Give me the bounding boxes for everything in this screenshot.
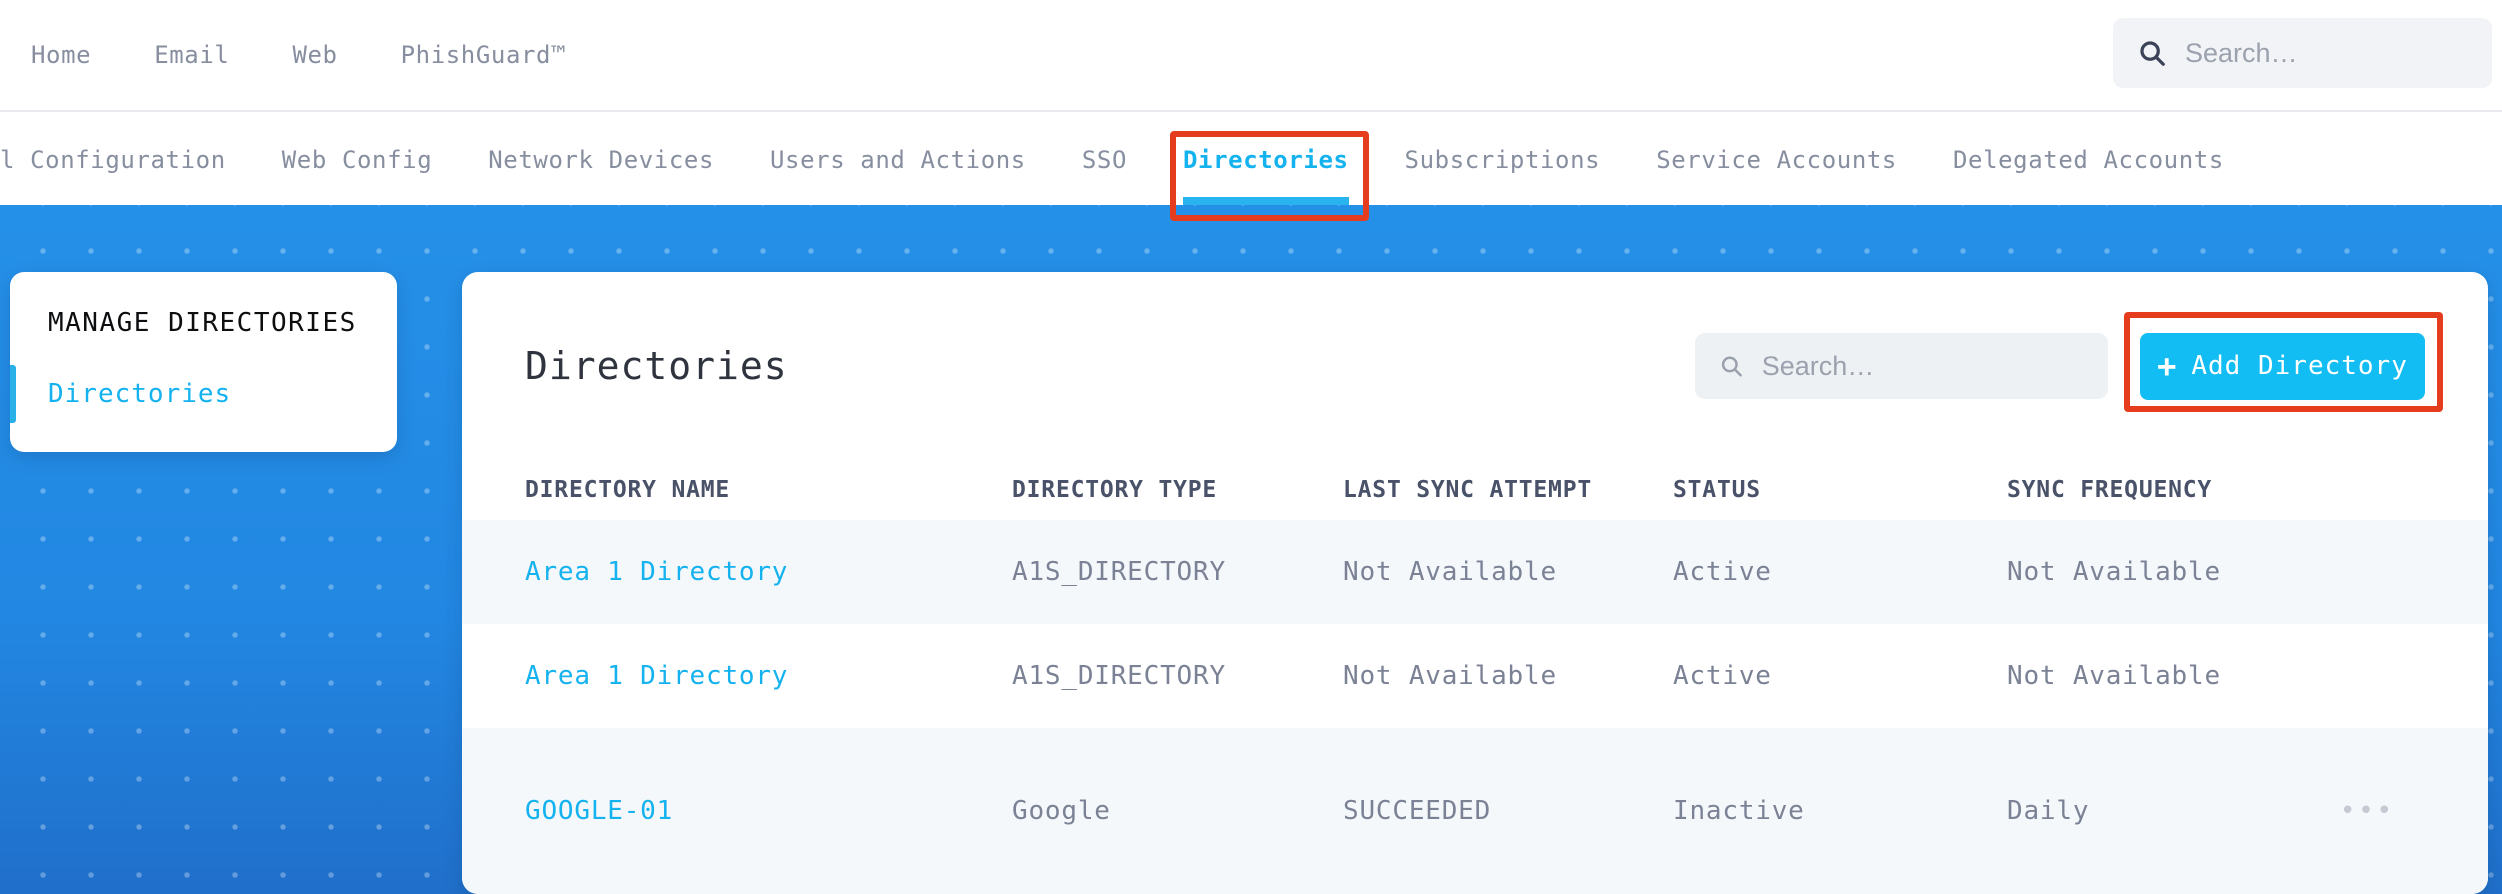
side-panel-title: MANAGE DIRECTORIES [48, 308, 357, 338]
tab-network-devices[interactable]: Network Devices [488, 114, 714, 205]
tab-email-configuration[interactable]: l Configuration [0, 114, 226, 205]
status-cell: Active [1673, 557, 1772, 587]
table-row: Area 1 Directory A1S_DIRECTORY Not Avail… [462, 624, 2488, 728]
directory-type-cell: A1S_DIRECTORY [1012, 557, 1226, 587]
tab-web-config[interactable]: Web Config [282, 114, 433, 205]
app-window: Home Email Web PhishGuard™ l Configurati… [0, 0, 2502, 894]
directory-type-cell: Google [1012, 796, 1111, 826]
directories-search-input[interactable] [1761, 350, 2084, 382]
topnav-item-phishguard[interactable]: PhishGuard™ [401, 41, 567, 69]
workspace-background: MANAGE DIRECTORIES Directories Directori… [0, 205, 2502, 894]
directory-name-link[interactable]: Area 1 Directory [525, 557, 1012, 587]
row-actions-cell: ••• [2335, 796, 2425, 826]
column-header-sync-frequency: SYNC FREQUENCY [2007, 477, 2213, 503]
table-row: Area 1 Directory A1S_DIRECTORY Not Avail… [462, 520, 2488, 624]
add-directory-label: Add Directory [2191, 351, 2408, 381]
column-header-last-sync-attempt: LAST SYNC ATTEMPT [1343, 477, 1593, 503]
manage-directories-panel: MANAGE DIRECTORIES Directories [10, 272, 397, 452]
tab-subscriptions[interactable]: Subscriptions [1405, 114, 1601, 205]
search-icon [1721, 356, 1742, 377]
sidebar-item-label: Directories [48, 379, 232, 409]
directory-name-link[interactable]: Area 1 Directory [525, 661, 1012, 691]
last-sync-cell: Not Available [1343, 661, 1557, 691]
column-header-directory-type: DIRECTORY TYPE [1012, 477, 1218, 503]
table-row: GOOGLE-01 Google SUCCEEDED Inactive Dail… [462, 728, 2488, 894]
directories-card: Directories + Add Directory DIRECTORY NA… [462, 272, 2488, 894]
active-indicator-bar [10, 365, 16, 423]
settings-tab-bar: l Configuration Web Config Network Devic… [0, 114, 2502, 205]
directory-name-link[interactable]: GOOGLE-01 [525, 796, 1012, 826]
directory-type-cell: A1S_DIRECTORY [1012, 661, 1226, 691]
table-header-row: DIRECTORY NAME DIRECTORY TYPE LAST SYNC … [462, 460, 2488, 520]
page-title: Directories [525, 344, 788, 388]
sidebar-item-directories[interactable]: Directories [10, 365, 397, 423]
tab-delegated-accounts[interactable]: Delegated Accounts [1953, 114, 2224, 205]
topnav-item-home[interactable]: Home [31, 41, 91, 69]
more-menu-icon[interactable]: ••• [2340, 796, 2395, 826]
topnav-item-web[interactable]: Web [292, 41, 337, 69]
search-icon [2140, 41, 2165, 66]
global-search-input[interactable] [2185, 37, 2468, 69]
status-cell: Active [1673, 661, 1772, 691]
add-directory-button[interactable]: + Add Directory [2140, 332, 2425, 400]
plus-icon: + [2157, 347, 2178, 385]
tab-users-and-actions[interactable]: Users and Actions [770, 114, 1026, 205]
sync-frequency-cell: Not Available [2007, 661, 2221, 691]
global-search-box[interactable] [2113, 18, 2492, 88]
topnav-item-email[interactable]: Email [154, 41, 229, 69]
sync-frequency-cell: Daily [2007, 796, 2090, 826]
last-sync-cell: Not Available [1343, 557, 1557, 587]
directories-search-box[interactable] [1695, 333, 2108, 399]
column-header-directory-name: DIRECTORY NAME [525, 477, 731, 503]
last-sync-cell: SUCCEEDED [1343, 796, 1492, 826]
tab-sso[interactable]: SSO [1082, 114, 1127, 205]
directories-card-header: Directories + Add Directory [462, 272, 2488, 460]
sync-frequency-cell: Not Available [2007, 557, 2221, 587]
status-cell: Inactive [1673, 796, 1805, 826]
tab-service-accounts[interactable]: Service Accounts [1656, 114, 1897, 205]
tab-directories[interactable]: Directories [1183, 114, 1349, 205]
top-navigation: Home Email Web PhishGuard™ [0, 0, 2502, 112]
column-header-status: STATUS [1673, 477, 1761, 503]
